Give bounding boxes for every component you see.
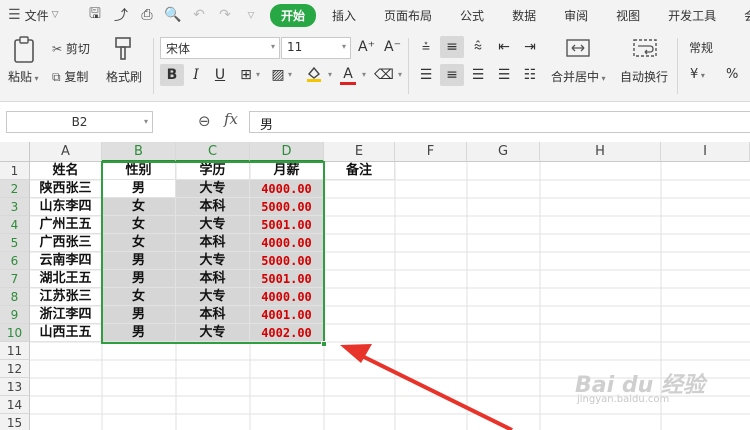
annotation-arrow	[340, 344, 513, 430]
watermark-url: jingyan.baidu.com	[577, 394, 670, 405]
watermark: Bai du 经验 jingyan.baidu.com	[575, 367, 705, 405]
